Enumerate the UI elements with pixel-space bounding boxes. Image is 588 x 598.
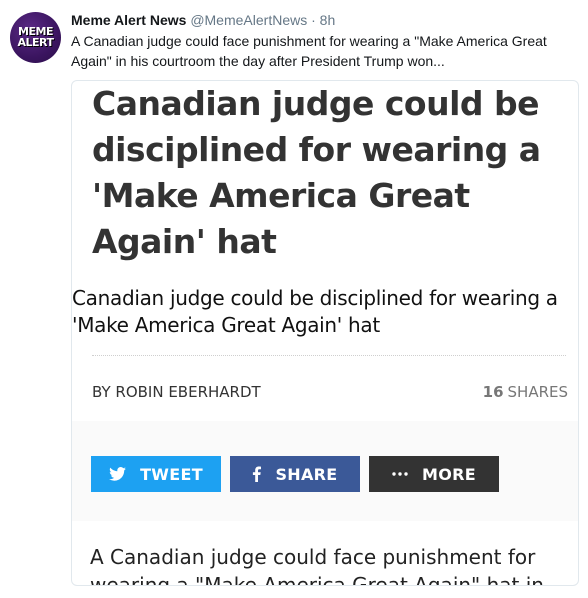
more-dots-icon — [392, 472, 408, 476]
timestamp[interactable]: 8h — [320, 12, 336, 28]
card-subheadline: Canadian judge could be disciplined for … — [72, 286, 558, 337]
byline: BY ROBIN EBERHARDT — [92, 383, 261, 401]
tweet-button-label: TWEET — [140, 464, 203, 484]
tweet[interactable]: MEME ALERT Meme Alert News @MemeAlertNew… — [0, 0, 588, 598]
share-button-label: SHARE — [275, 464, 338, 484]
share-count: 16 SHARES — [483, 383, 568, 401]
article-body-text: A Canadian judge could face punishment f… — [90, 545, 544, 586]
account-name[interactable]: Meme Alert News — [71, 12, 186, 28]
twitter-bird-icon — [109, 467, 126, 481]
avatar[interactable]: MEME ALERT — [10, 12, 61, 63]
tweet-header: Meme Alert News @MemeAlertNews · 8h — [71, 11, 335, 29]
share-count-number: 16 — [482, 383, 504, 401]
facebook-share-button[interactable]: SHARE — [230, 456, 360, 492]
avatar-text-bottom: ALERT — [17, 36, 54, 49]
tweet-button[interactable]: TWEET — [91, 456, 221, 492]
facebook-f-icon — [252, 466, 262, 482]
share-count-label: SHARES — [507, 383, 568, 401]
account-handle[interactable]: @MemeAlertNews — [190, 12, 307, 28]
card-headline[interactable]: Canadian judge could be disciplined for … — [92, 81, 562, 265]
divider — [92, 355, 566, 356]
more-button-label: MORE — [422, 464, 476, 484]
separator-dot: · — [311, 12, 316, 28]
link-card[interactable]: Canadian judge could be disciplined for … — [71, 80, 579, 586]
more-button[interactable]: MORE — [369, 456, 499, 492]
tweet-text: A Canadian judge could face punishment f… — [71, 33, 547, 69]
